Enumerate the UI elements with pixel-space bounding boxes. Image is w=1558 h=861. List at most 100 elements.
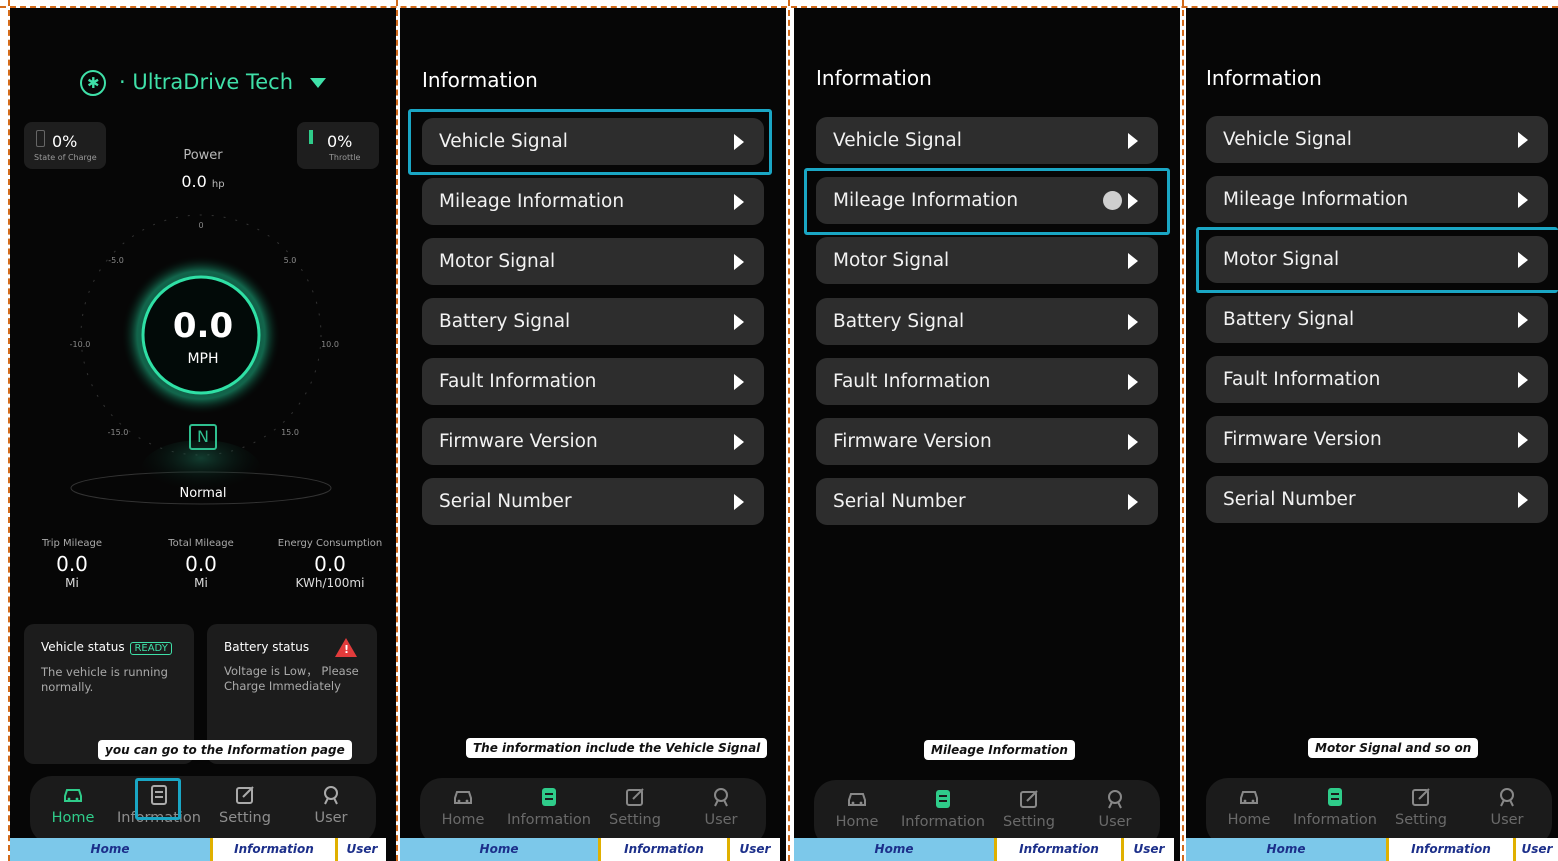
bottom-nav: Home Information Setting User [420, 778, 766, 846]
vehicle-status-text: The vehicle is running normally. [41, 665, 168, 694]
nav-label: Setting [219, 810, 271, 826]
chevron-right-icon [734, 254, 744, 270]
tab-user[interactable]: User [1516, 838, 1558, 861]
callout: The information include the Vehicle Sign… [466, 738, 768, 758]
speed-unit: MPH [187, 351, 219, 367]
item-label: Serial Number [833, 491, 966, 512]
serial-number-item[interactable]: Serial Number [422, 478, 764, 525]
nav-setting[interactable]: Setting [202, 776, 288, 844]
edit-icon [626, 788, 644, 806]
callout: Motor Signal and so on [1308, 738, 1479, 758]
tick-label-0: 0 [198, 221, 203, 230]
nav-label: Setting [1003, 814, 1055, 830]
stat-value: 0.0 [185, 552, 217, 576]
battery-signal-item[interactable]: Battery Signal [816, 298, 1158, 345]
drive-mode: Normal [179, 486, 227, 501]
page-title: Information [422, 68, 538, 92]
tab-user[interactable]: User [338, 838, 386, 861]
tab-information[interactable]: Information [1389, 838, 1513, 861]
item-label: Motor Signal [833, 250, 950, 271]
chevron-right-icon [1518, 132, 1528, 148]
bottom-nav: Home Information Setting User [30, 776, 376, 844]
tab-home[interactable]: Home [794, 838, 994, 861]
car-icon [64, 789, 82, 802]
tab-strip-3: Home Information User [794, 838, 1182, 861]
nav-label: Information [507, 812, 591, 828]
tab-information[interactable]: Information [601, 838, 727, 861]
serial-number-item[interactable]: Serial Number [816, 478, 1158, 525]
tick-label-5: 5.0 [284, 256, 297, 265]
nav-label: Setting [1395, 812, 1447, 828]
vehicle-signal-item[interactable]: Vehicle Signal [816, 117, 1158, 164]
nav-user[interactable]: User [288, 776, 374, 844]
serial-number-item[interactable]: Serial Number [1206, 476, 1548, 523]
nav-setting[interactable]: Setting [592, 778, 678, 846]
chevron-right-icon [734, 194, 744, 210]
firmware-version-item[interactable]: Firmware Version [1206, 416, 1548, 463]
car-icon [454, 791, 472, 804]
motor-signal-item[interactable]: Motor Signal [816, 237, 1158, 284]
tab-information[interactable]: Information [213, 838, 335, 861]
chevron-right-icon [1128, 494, 1138, 510]
nav-home[interactable]: Home [1206, 778, 1292, 846]
page-title: Information [816, 66, 932, 90]
document-icon [542, 788, 556, 806]
tab-user[interactable]: User [730, 838, 780, 861]
battery-status-text: Voltage is Low， Please Charge Immediatel… [224, 664, 359, 693]
chevron-right-icon [1518, 372, 1528, 388]
home-callout: you can go to the Information page [98, 740, 352, 760]
vehicle-status-title: Vehicle status [41, 640, 125, 654]
item-label: Fault Information [833, 371, 991, 392]
stat-value: 0.0 [314, 552, 346, 576]
stat-value: 0.0 [56, 552, 88, 576]
chevron-right-icon [734, 374, 744, 390]
device-selector[interactable]: ✱ · UltraDrive Tech [10, 70, 396, 96]
fault-information-item[interactable]: Fault Information [816, 358, 1158, 405]
fault-information-item[interactable]: Fault Information [422, 358, 764, 405]
mileage-information-item[interactable]: Mileage Information [1206, 176, 1548, 223]
information-screen-1: Information Vehicle Signal Mileage Infor… [400, 8, 786, 861]
battery-signal-item[interactable]: Battery Signal [422, 298, 764, 345]
power-readout: 0.0 hp [10, 172, 396, 191]
motor-signal-highlight [1196, 227, 1558, 293]
item-label: Battery Signal [833, 311, 965, 332]
fault-information-item[interactable]: Fault Information [1206, 356, 1548, 403]
tab-user[interactable]: User [1124, 838, 1174, 861]
item-label: Firmware Version [833, 431, 992, 452]
nav-user[interactable]: User [1464, 778, 1550, 846]
document-icon [1328, 788, 1342, 806]
vehicle-signal-highlight [408, 109, 772, 175]
tab-home[interactable]: Home [1186, 838, 1386, 861]
edit-icon [236, 786, 254, 804]
chevron-down-icon [309, 78, 326, 88]
firmware-version-item[interactable]: Firmware Version [422, 418, 764, 465]
nav-user[interactable]: User [678, 778, 764, 846]
divider-1 [396, 0, 398, 861]
tab-home[interactable]: Home [10, 838, 210, 861]
vehicle-signal-item[interactable]: Vehicle Signal [1206, 116, 1548, 163]
stat-unit: Mi [194, 576, 208, 590]
tick-label-15: 15.0 [281, 428, 299, 437]
nav-information[interactable]: Information [1292, 778, 1378, 846]
stat-title: Trip Mileage [41, 538, 103, 549]
motor-signal-item[interactable]: Motor Signal [422, 238, 764, 285]
tab-information[interactable]: Information [997, 838, 1121, 861]
mileage-information-item[interactable]: Mileage Information [422, 178, 764, 225]
nav-information[interactable]: Information [506, 778, 592, 846]
item-label: Mileage Information [439, 191, 625, 212]
item-label: Serial Number [439, 491, 572, 512]
tab-home[interactable]: Home [400, 838, 598, 861]
power-value: 0.0 [181, 172, 207, 191]
nav-home[interactable]: Home [30, 776, 116, 844]
item-label: Battery Signal [1223, 309, 1355, 330]
car-icon [848, 793, 866, 806]
chevron-right-icon [734, 434, 744, 450]
item-label: Firmware Version [439, 431, 598, 452]
firmware-version-item[interactable]: Firmware Version [816, 418, 1158, 465]
information-tab-highlight [135, 778, 181, 820]
nav-home[interactable]: Home [420, 778, 506, 846]
nav-setting[interactable]: Setting [1378, 778, 1464, 846]
battery-signal-item[interactable]: Battery Signal [1206, 296, 1548, 343]
user-icon [1108, 790, 1122, 809]
battery-icon [36, 130, 45, 147]
